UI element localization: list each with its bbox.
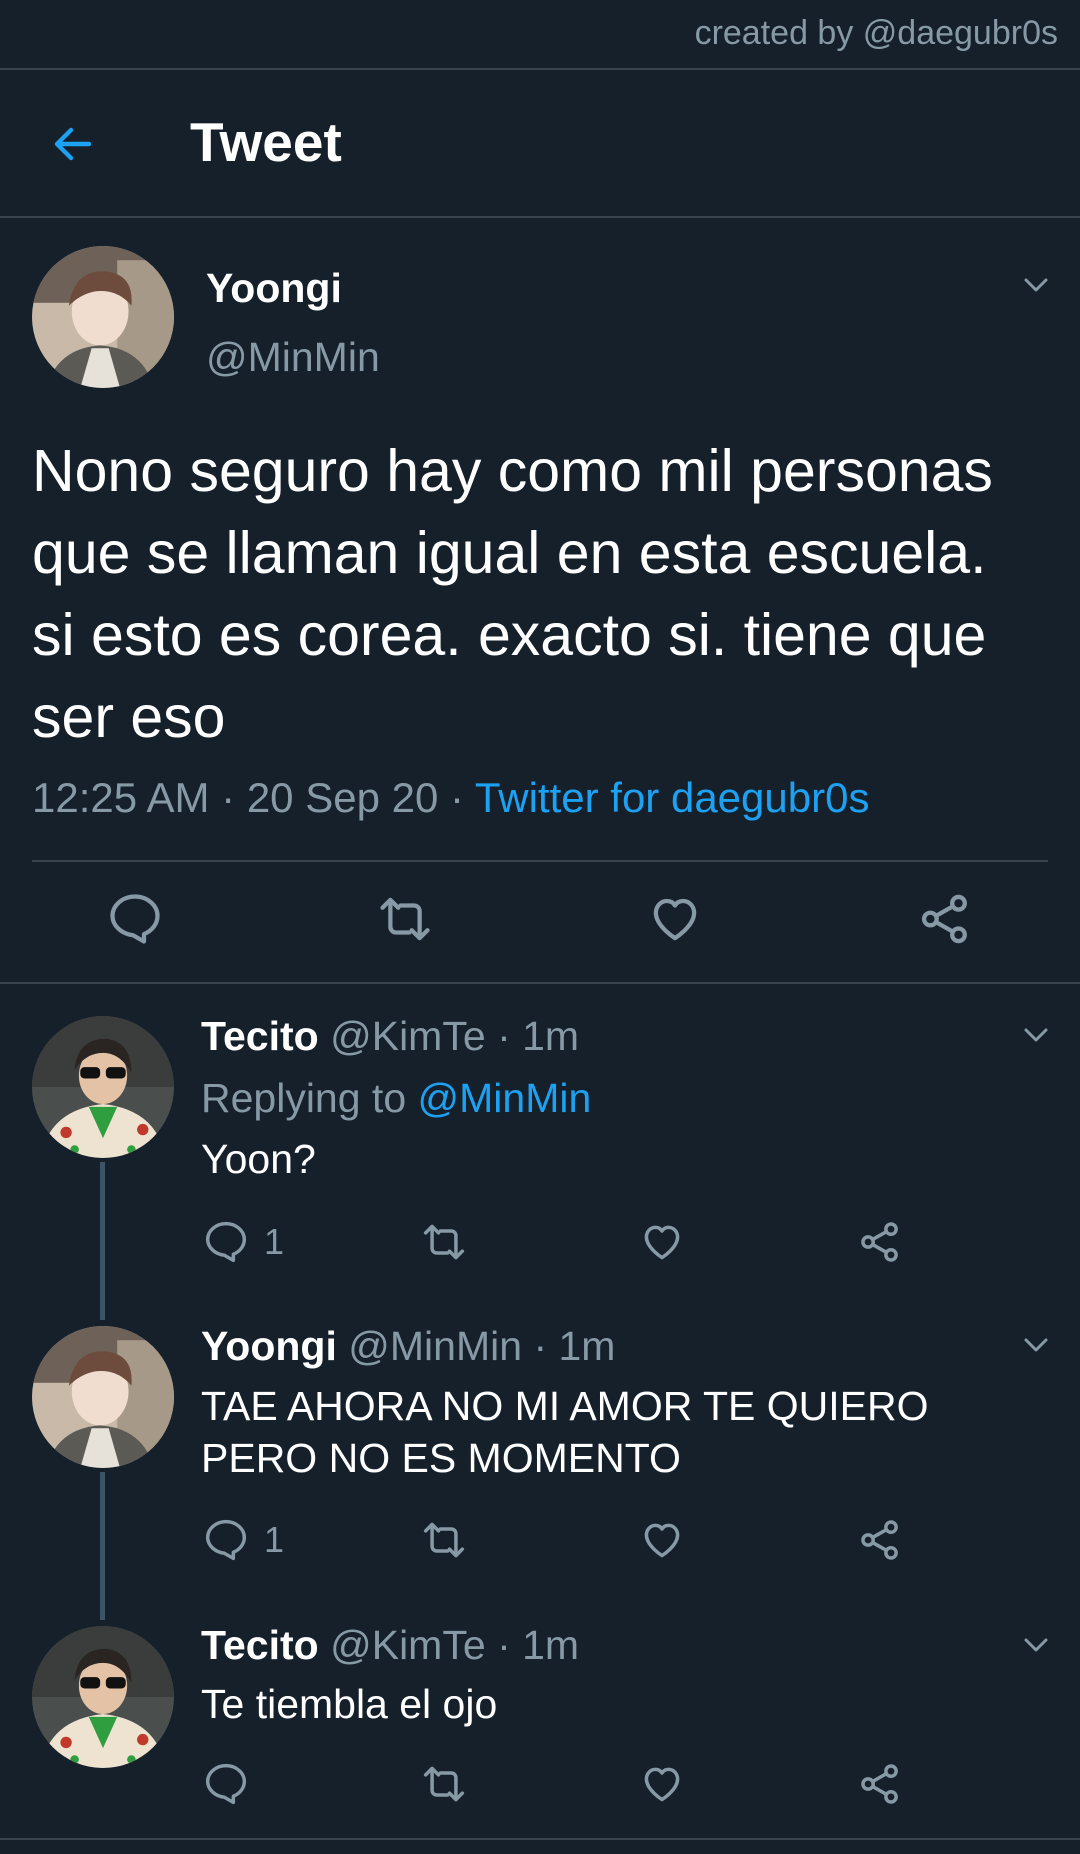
like-icon: [648, 892, 702, 946]
like-button[interactable]: [640, 1518, 684, 1562]
mention-link[interactable]: @MinMin: [418, 1075, 592, 1121]
retweet-button[interactable]: [420, 1220, 468, 1264]
like-button[interactable]: [640, 1762, 684, 1806]
tweet-time: 12:25 AM: [32, 774, 210, 821]
like-icon: [644, 1225, 680, 1260]
author-name[interactable]: Tecito: [201, 1013, 319, 1059]
like-button[interactable]: [648, 892, 702, 946]
retweet-button[interactable]: [375, 892, 435, 946]
chevron-down-icon[interactable]: [1016, 270, 1056, 300]
reply-text: TAE AHORA NO MI AMOR TE QUIERO PERO NO E…: [201, 1383, 929, 1481]
author-name[interactable]: Yoongi: [206, 265, 342, 312]
author-handle[interactable]: @MinMin: [206, 334, 380, 381]
avatar[interactable]: [32, 1326, 174, 1468]
divider: [0, 216, 1080, 218]
watermark: created by @daegubr0s: [694, 14, 1058, 52]
divider: [0, 1838, 1080, 1840]
page-title: Tweet: [190, 111, 342, 173]
share-icon: [918, 892, 972, 946]
replying-to: Replying to @MinMin: [201, 1075, 591, 1122]
reply-icon: [205, 1519, 247, 1561]
share-icon: [861, 1764, 898, 1804]
reply-time: · 1m: [533, 1323, 616, 1369]
reply-button[interactable]: [108, 892, 162, 946]
reply-button[interactable]: 1: [204, 1220, 284, 1264]
avatar[interactable]: [32, 1626, 174, 1768]
retweet-button[interactable]: [420, 1762, 468, 1806]
chevron-down-icon[interactable]: [1016, 1020, 1056, 1050]
author-name[interactable]: Yoongi: [201, 1323, 337, 1369]
share-button[interactable]: [858, 1220, 902, 1264]
retweet-icon: [375, 892, 435, 946]
share-button[interactable]: [918, 892, 972, 946]
author-handle[interactable]: @MinMin: [348, 1323, 522, 1369]
tweet-date: 20 Sep 20: [246, 774, 439, 821]
reply-header: Yoongi @MinMin · 1m: [201, 1323, 615, 1370]
reply-button[interactable]: 1: [204, 1518, 284, 1562]
replying-label: Replying to: [201, 1075, 407, 1121]
tweet-text: Nono seguro hay como mil personas que se…: [32, 438, 993, 750]
share-icon: [861, 1222, 898, 1262]
chevron-down-icon[interactable]: [1016, 1630, 1056, 1660]
arrow-left-icon: [54, 127, 92, 161]
like-icon: [644, 1767, 680, 1802]
author-name[interactable]: Tecito: [201, 1622, 319, 1668]
retweet-icon: [423, 1224, 465, 1260]
avatar[interactable]: [32, 246, 174, 388]
thread-line: [100, 1472, 105, 1620]
reply-button[interactable]: [204, 1762, 264, 1806]
separator: ·: [450, 774, 464, 821]
reply-count: 1: [264, 1221, 285, 1262]
retweet-button[interactable]: [420, 1518, 468, 1562]
author-handle[interactable]: @KimTe: [330, 1013, 486, 1059]
thread-line: [100, 1162, 105, 1320]
reply-time: · 1m: [497, 1622, 580, 1668]
retweet-icon: [423, 1522, 465, 1558]
back-button[interactable]: [40, 114, 106, 174]
reply-header: Tecito @KimTe · 1m: [201, 1622, 579, 1669]
tweet-source-link[interactable]: Twitter for daegubr0s: [475, 774, 870, 821]
reply-icon: [108, 892, 162, 946]
avatar[interactable]: [32, 1016, 174, 1158]
reply-icon: [205, 1763, 247, 1805]
like-icon: [644, 1523, 680, 1558]
reply-icon: [205, 1221, 247, 1263]
tweet-meta: 12:25 AM · 20 Sep 20 · Twitter for daegu…: [32, 774, 869, 822]
reply-time: · 1m: [497, 1013, 580, 1059]
reply-text: Te tiembla el ojo: [201, 1681, 498, 1727]
retweet-icon: [423, 1766, 465, 1802]
chevron-down-icon[interactable]: [1016, 1330, 1056, 1360]
divider: [32, 860, 1048, 862]
top-bar: Tweet: [0, 70, 1080, 216]
author-handle[interactable]: @KimTe: [330, 1622, 486, 1668]
share-button[interactable]: [858, 1518, 902, 1562]
share-icon: [861, 1520, 898, 1560]
divider: [0, 982, 1080, 984]
reply-text: Yoon?: [201, 1136, 316, 1182]
like-button[interactable]: [640, 1220, 684, 1264]
reply-count: 1: [264, 1519, 285, 1560]
share-button[interactable]: [858, 1762, 902, 1806]
reply-header: Tecito @KimTe · 1m: [201, 1013, 579, 1060]
separator: ·: [221, 774, 236, 821]
